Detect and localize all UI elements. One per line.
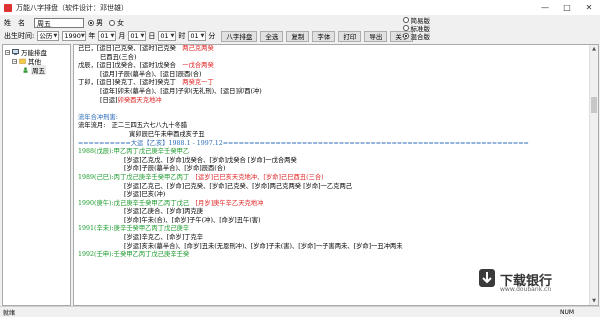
title-bar: 万能八字排盘（软件设计：邓世雄） — □ ✕ (0, 0, 600, 15)
minimize-button[interactable]: — (534, 0, 556, 15)
hour-select[interactable]: 01 ▼ (158, 31, 177, 41)
watermark: 下载银行 www.doubank.cn (478, 268, 588, 300)
name-label: 姓 名 (4, 19, 25, 27)
result-panel[interactable]: 己巳，[运日]己克癸、[运时]己克癸 两己克两癸 巳酉丑(三合) 戊辰，[运日]… (73, 44, 599, 306)
radio-dot-icon (402, 17, 409, 23)
status-bar: 就绪 NUM (0, 306, 600, 317)
radio-dot-icon (88, 20, 94, 26)
year-select[interactable]: 1990 ▼ (62, 31, 87, 41)
radio-dot-icon (402, 25, 409, 31)
export-button[interactable]: 导出 (364, 30, 388, 42)
close-button[interactable]: ✕ (578, 0, 600, 15)
calendar-select[interactable]: 公历 ▼ (37, 31, 60, 41)
radio-dot-icon (109, 20, 115, 26)
computer-icon (12, 49, 19, 55)
mode-mixed-radio[interactable]: 混合版 (402, 32, 430, 41)
status-text: 就绪 (3, 309, 16, 317)
gender-male-radio[interactable]: 男 (88, 18, 103, 28)
month-select[interactable]: 01 ▼ (98, 31, 117, 41)
name-input[interactable]: 周五 (34, 18, 84, 28)
maximize-button[interactable]: □ (556, 0, 578, 15)
gender-female-radio[interactable]: 女 (109, 18, 124, 28)
paipan-button[interactable]: 八字排盘 (221, 30, 258, 42)
num-lock-indicator: NUM (560, 308, 575, 316)
window-title: 万能八字排盘（软件设计：邓世雄） (16, 3, 128, 12)
scroll-thumb[interactable] (591, 97, 597, 113)
watermark-logo-icon (479, 269, 495, 287)
radio-dot-icon (402, 33, 409, 39)
scroll-down-icon[interactable]: ▼ (590, 297, 598, 305)
vertical-scrollbar[interactable]: ▲ ▼ (589, 45, 598, 305)
watermark-url: www.doubank.cn (500, 286, 552, 293)
tree-leaf-record[interactable]: 周五 (22, 65, 46, 75)
app-icon (4, 3, 12, 12)
person-icon (23, 67, 28, 73)
birth-label: 出生时间: (4, 32, 35, 40)
copy-button[interactable]: 复制 (286, 30, 310, 42)
folder-icon (19, 58, 26, 64)
minute-select[interactable]: 01 ▼ (188, 31, 207, 41)
mode-group: 简易版 标准版 混合版 (402, 16, 430, 41)
print-button[interactable]: 打印 (338, 30, 362, 42)
font-button[interactable]: 字体 (312, 30, 336, 42)
record-tree: − 万能排盘 − 其他 周五 (2, 44, 71, 306)
select-all-button[interactable]: 全选 (260, 30, 284, 42)
input-toolbar: 姓 名 周五 男 女 出生时间: 公历 ▼ 1990 ▼ 年 01 ▼ 月 01 ▼ 日… (4, 16, 430, 42)
app-window: 万能八字排盘（软件设计：邓世雄） — □ ✕ 姓 名 周五 男 女 出生时间: … (0, 0, 600, 317)
day-select[interactable]: 01 ▼ (128, 31, 147, 41)
scroll-up-icon[interactable]: ▲ (590, 45, 598, 53)
collapse-icon[interactable]: − (5, 49, 10, 55)
result-text: 己巳，[运日]己克癸、[运时]己克癸 两己克两癸 巳酉丑(三合) 戊辰，[运日]… (78, 45, 529, 259)
collapse-icon[interactable]: − (12, 58, 17, 64)
